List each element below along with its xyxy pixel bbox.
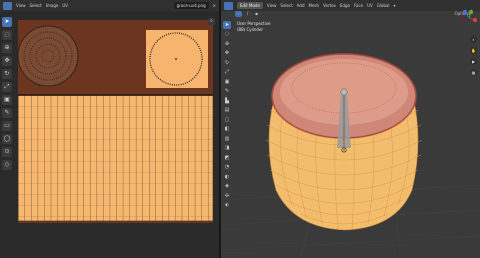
cursor-icon[interactable]: ➤ <box>2 17 12 27</box>
loop-cut-icon[interactable]: ▥ <box>223 135 231 143</box>
object-name-label: (88) Cylinder <box>237 27 264 32</box>
mode-selector[interactable]: Edit Mode <box>237 2 263 9</box>
zoom-icon[interactable]: ⌕ <box>470 36 477 43</box>
pan-hand-icon[interactable]: ✋ <box>470 47 477 54</box>
vp-menu-view[interactable]: View <box>267 3 277 8</box>
transform-icon[interactable]: ▣ <box>223 78 231 86</box>
relax-icon[interactable]: ⊙ <box>2 147 12 157</box>
uv-toolbar: ➤ ◌ ⊕ ✥ ↻ ⤢ ▣ ✎ ▭ ◯ ⊙ ◇ <box>2 17 12 170</box>
pinch-icon[interactable]: ◇ <box>2 160 12 170</box>
uv-cap-square <box>146 30 208 88</box>
face-select-icon[interactable]: ▪ <box>253 11 260 17</box>
camera-icon[interactable]: ▶ <box>470 58 477 65</box>
uv-menu-view[interactable]: View <box>16 3 26 8</box>
annotate-icon[interactable]: ✎ <box>2 108 12 118</box>
3d-viewport-area[interactable]: Edit Mode View Select Add Mesh Vertex Ed… <box>221 0 480 258</box>
chevron-down-icon[interactable]: ▾ <box>393 3 395 8</box>
poly-build-icon[interactable]: ◩ <box>223 154 231 162</box>
cursor-3d-icon[interactable]: ⊕ <box>2 43 12 53</box>
spin-icon[interactable]: ◔ <box>223 163 231 172</box>
viewport-toolbar: ➤ ◌ ⊕ ✥ ↻ ⤢ ▣ ✎ ▙ ▤ ▢ ◧ ▥ ◨ ◩ ◔ ◐ ◈ ✣ ⬖ <box>223 21 231 210</box>
select-box-icon[interactable]: ◌ <box>223 30 231 39</box>
gizmo-z-icon[interactable] <box>462 9 468 15</box>
shear-icon[interactable]: ✣ <box>223 192 231 200</box>
annotate-line-icon[interactable]: ▭ <box>2 121 12 131</box>
viewport-header: Edit Mode View Select Add Mesh Vertex Ed… <box>221 0 480 11</box>
view-name-label: User Perspective <box>237 21 271 26</box>
scale-icon[interactable]: ⤢ <box>223 68 231 77</box>
scale-icon[interactable]: ⤢ <box>2 82 12 92</box>
vp-menu-select[interactable]: Select <box>280 3 292 8</box>
uv-zoom-icon[interactable]: ⌕ <box>208 18 215 25</box>
gizmo-x-icon[interactable] <box>472 17 478 23</box>
blender-window: View Select Image UV grace-uv4.png ✕ ➤ ◌… <box>0 0 480 258</box>
inset-icon[interactable]: ▢ <box>223 116 231 124</box>
vp-menu-uv[interactable]: UV <box>367 3 373 8</box>
viewport-canvas[interactable] <box>221 19 480 258</box>
move-icon[interactable]: ✥ <box>223 49 231 58</box>
image-name-field[interactable]: grace-uv4.png <box>173 2 209 9</box>
uv-canvas[interactable] <box>14 11 219 258</box>
vp-menu-face[interactable]: Face <box>354 3 363 8</box>
vp-menu-edge[interactable]: Edge <box>340 3 350 8</box>
vp-menu-vertex[interactable]: Vertex <box>323 3 336 8</box>
uv-editor-header: View Select Image UV grace-uv4.png ✕ <box>0 0 219 11</box>
light-object[interactable] <box>340 88 348 96</box>
annotate-icon[interactable]: ✎ <box>223 87 231 96</box>
transform-orientation-select[interactable]: Global <box>377 3 390 8</box>
gizmo-y-icon[interactable] <box>468 9 474 15</box>
uv-editor-area[interactable]: View Select Image UV grace-uv4.png ✕ ➤ ◌… <box>0 0 219 258</box>
measure-icon[interactable]: ▙ <box>223 97 231 105</box>
viewport-nav-buttons: ⌕ ✋ ▶ ▦ <box>470 36 477 76</box>
uv-editor-type-icon[interactable] <box>3 1 12 10</box>
uv-menu-uv[interactable]: UV <box>62 3 68 8</box>
uv-2d-cursor[interactable] <box>14 216 19 222</box>
cursor-3d-icon[interactable]: ⊕ <box>223 40 231 48</box>
viewport-tool-header: · / ▪ Options <box>221 11 480 19</box>
knife-icon[interactable]: ◨ <box>223 144 231 153</box>
perspective-grid-icon[interactable]: ▦ <box>470 69 477 76</box>
select-box-icon[interactable]: ◌ <box>2 30 12 40</box>
uv-menu-image[interactable]: Image <box>46 3 59 8</box>
vp-menu-add[interactable]: Add <box>297 3 305 8</box>
vertex-select-icon[interactable]: · <box>235 11 242 17</box>
bevel-icon[interactable]: ◧ <box>223 125 231 134</box>
viewport-editor-type-icon[interactable] <box>224 1 233 10</box>
rotate-icon[interactable]: ↻ <box>2 69 12 79</box>
shrink-fatten-icon[interactable]: ◈ <box>223 182 231 191</box>
vp-menu-mesh[interactable]: Mesh <box>309 3 320 8</box>
grab-icon[interactable]: ◯ <box>2 134 12 144</box>
extrude-icon[interactable]: ▤ <box>223 106 231 115</box>
transform-icon[interactable]: ▣ <box>2 95 12 105</box>
rotate-icon[interactable]: ↻ <box>223 59 231 67</box>
move-icon[interactable]: ✥ <box>2 56 12 66</box>
image-close-icon[interactable]: ✕ <box>213 3 216 8</box>
navigation-gizmo[interactable] <box>460 9 478 27</box>
smooth-icon[interactable]: ◐ <box>223 173 231 181</box>
rip-icon[interactable]: ⬖ <box>223 201 231 210</box>
uv-menu-select[interactable]: Select <box>30 3 42 8</box>
cursor-icon[interactable]: ➤ <box>223 21 231 29</box>
edge-select-icon[interactable]: / <box>244 11 251 17</box>
